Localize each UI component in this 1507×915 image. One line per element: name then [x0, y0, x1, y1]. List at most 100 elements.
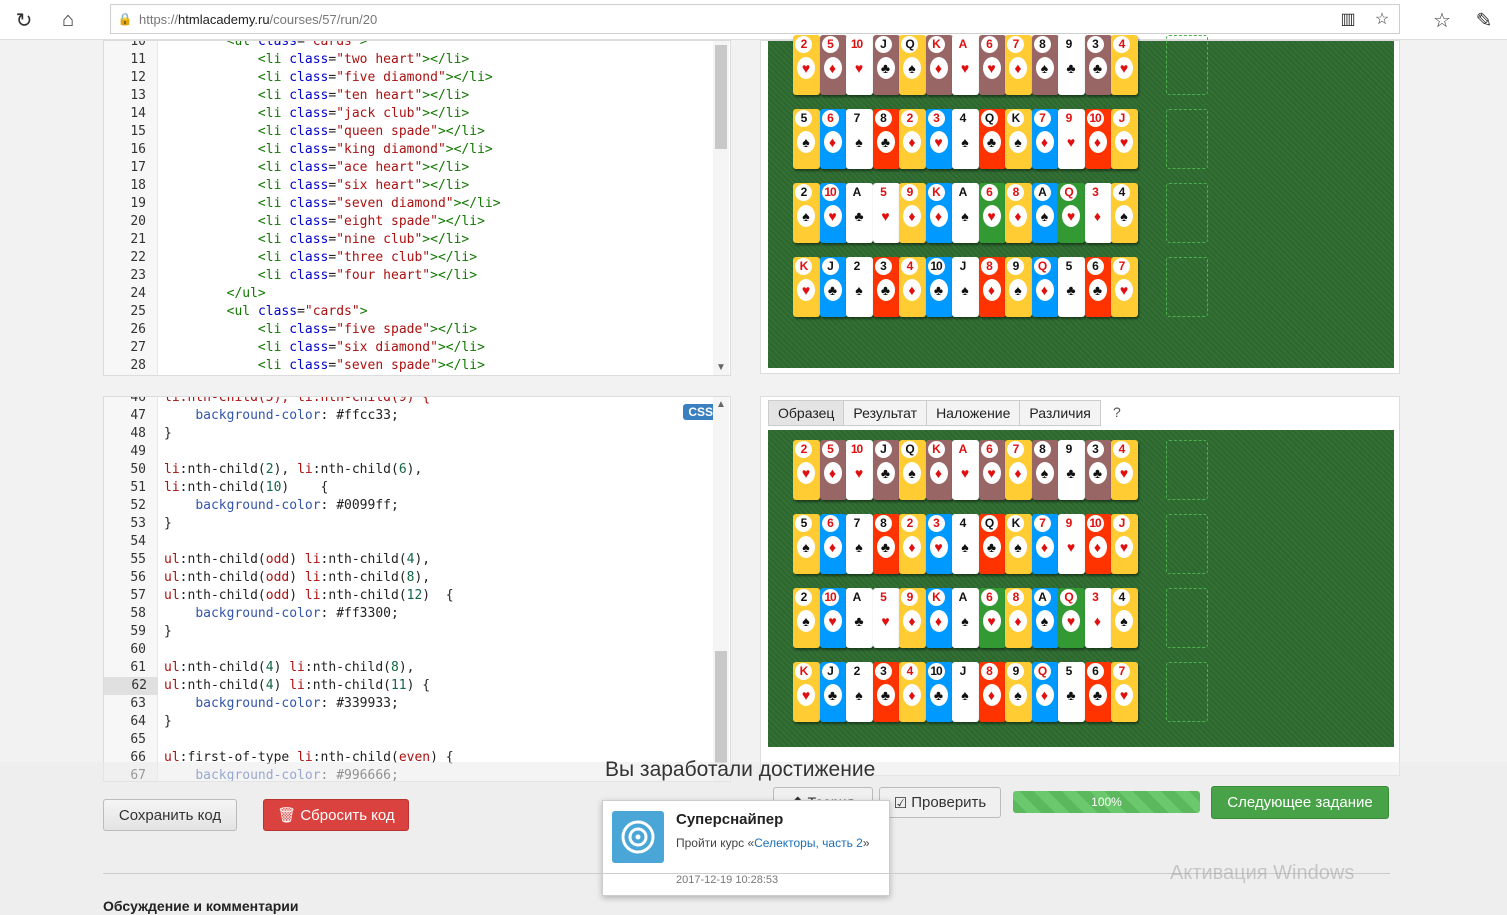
- favorites-list-icon[interactable]: ☆: [1428, 6, 1456, 34]
- code-line[interactable]: 56 ul:nth-child(odd) li:nth-child(8),: [104, 569, 714, 587]
- html-scroll-thumb[interactable]: [715, 45, 727, 149]
- save-code-button[interactable]: Сохранить код: [103, 799, 237, 831]
- code-line[interactable]: 18 <li class="six heart"></li>: [104, 177, 714, 195]
- css-scroll-thumb[interactable]: [715, 651, 727, 763]
- html-code-area[interactable]: 10 <ul class="cards"> 11 <li class="two h…: [104, 41, 714, 375]
- code-line[interactable]: 11 <li class="two heart"></li>: [104, 51, 714, 69]
- code-token: :nth-child(: [179, 480, 266, 495]
- card-rank: K: [927, 184, 945, 201]
- code-line[interactable]: 55 ul:nth-child(odd) li:nth-child(4),: [104, 551, 714, 569]
- favorite-star-icon[interactable]: ☆: [1365, 9, 1399, 29]
- card-suit-icon: ♦: [823, 462, 842, 484]
- code-token: class: [289, 124, 329, 139]
- code-line[interactable]: 54: [104, 533, 714, 551]
- playing-card: 7 ♦: [1005, 440, 1032, 500]
- code-line[interactable]: 23 <li class="four heart"></li>: [104, 267, 714, 285]
- code-line[interactable]: 65: [104, 731, 714, 749]
- code-line[interactable]: 53}: [104, 515, 714, 533]
- card-rank: J: [954, 258, 971, 275]
- code-line[interactable]: 46 li:nth-child(5), li:nth-child(9) {: [104, 397, 714, 407]
- css-code-area[interactable]: 46 li:nth-child(5), li:nth-child(9) {47 b…: [104, 397, 714, 781]
- help-icon[interactable]: ?: [1106, 400, 1128, 426]
- code-line[interactable]: 10 <ul class="cards">: [104, 41, 714, 51]
- card-suit-icon: ♠: [797, 205, 815, 227]
- code-line[interactable]: 58 background-color: #ff3300;: [104, 605, 714, 623]
- preview-tab[interactable]: Образец: [768, 400, 845, 426]
- code-token: ></li>: [422, 52, 470, 67]
- code-line[interactable]: 22 <li class="three club"></li>: [104, 249, 714, 267]
- card-rank: 2: [848, 663, 865, 680]
- scroll-down-icon[interactable]: ▼: [716, 362, 726, 373]
- code-token: :nth-child(: [320, 588, 407, 603]
- card-suit-icon: ♦: [929, 462, 948, 484]
- line-number: 18: [130, 178, 146, 193]
- code-line[interactable]: 25 <ul class="cards">: [104, 303, 714, 321]
- address-bar[interactable]: 🔒 https://htmlacademy.ru/courses/57/run/…: [110, 4, 1400, 34]
- preview-tab[interactable]: Результат: [843, 400, 928, 426]
- card-suit-icon: ♣: [1062, 279, 1080, 301]
- code-line[interactable]: 19 <li class="seven diamond"></li>: [104, 195, 714, 213]
- code-line[interactable]: 27 <li class="six diamond"></li>: [104, 339, 714, 357]
- scroll-up-icon[interactable]: ▲: [716, 399, 726, 410]
- code-token: #339933: [336, 696, 391, 711]
- code-line[interactable]: 59}: [104, 623, 714, 641]
- code-line[interactable]: 60: [104, 641, 714, 659]
- reset-code-button[interactable]: 🗑 Сбросить код: [263, 799, 409, 831]
- playing-card: J ♣: [872, 35, 900, 95]
- course-link[interactable]: Селекторы, часть 2: [754, 836, 863, 850]
- playing-card: A ♠: [1031, 588, 1059, 648]
- code-line[interactable]: 17 <li class="ace heart"></li>: [104, 159, 714, 177]
- preview-tab[interactable]: Различия: [1019, 400, 1101, 426]
- code-line[interactable]: 57 ul:nth-child(odd) li:nth-child(12) {: [104, 587, 714, 605]
- code-line[interactable]: 26 <li class="five spade"></li>: [104, 321, 714, 339]
- code-line[interactable]: 51 li:nth-child(10) {: [104, 479, 714, 497]
- card-rank: Q: [901, 441, 918, 458]
- code-line[interactable]: 52 background-color: #0099ff;: [104, 497, 714, 515]
- code-token: ),: [414, 552, 431, 567]
- code-token: #ff3300: [336, 606, 391, 621]
- code-line[interactable]: 28 <li class="seven spade"></li>: [104, 357, 714, 375]
- refresh-icon[interactable]: ↻: [10, 6, 38, 34]
- html-scrollbar[interactable]: ▼: [713, 41, 729, 375]
- code-line[interactable]: 21 <li class="nine club"></li>: [104, 231, 714, 249]
- playing-card: 6 ♥: [978, 183, 1006, 243]
- css-scrollbar[interactable]: ▲: [713, 397, 729, 781]
- pen-note-icon[interactable]: ✎: [1470, 6, 1498, 34]
- css-code-editor[interactable]: 46 li:nth-child(5), li:nth-child(9) {47 b…: [103, 396, 731, 782]
- card-suit-icon: ♣: [1088, 462, 1107, 484]
- achievement-date: 2017-12-19 10:28:53: [676, 874, 779, 886]
- playing-card: 8 ♠: [1031, 440, 1059, 500]
- code-line[interactable]: 15 <li class="queen spade"></li>: [104, 123, 714, 141]
- card-rank: 9: [901, 589, 918, 606]
- code-line[interactable]: 20 <li class="eight spade"></li>: [104, 213, 714, 231]
- card-rank: 9: [1007, 663, 1024, 680]
- code-line[interactable]: 64}: [104, 713, 714, 731]
- code-line[interactable]: 13 <li class="ten heart"></li>: [104, 87, 714, 105]
- line-number: 60: [130, 642, 146, 657]
- code-line[interactable]: 14 <li class="jack club"></li>: [104, 105, 714, 123]
- code-line[interactable]: 24 </ul>: [104, 285, 714, 303]
- preview-tab[interactable]: Наложение: [926, 400, 1021, 426]
- code-token: <li: [257, 232, 282, 247]
- next-task-button[interactable]: Следующее задание: [1211, 786, 1389, 819]
- playing-card: 9 ♠: [1005, 257, 1032, 317]
- html-code-editor[interactable]: 10 <ul class="cards"> 11 <li class="two h…: [103, 40, 731, 376]
- code-line[interactable]: 48}: [104, 425, 714, 443]
- code-line[interactable]: 61 ul:nth-child(4) li:nth-child(8),: [104, 659, 714, 677]
- home-icon[interactable]: ⌂: [54, 6, 82, 34]
- code-line[interactable]: 16 <li class="king diamond"></li>: [104, 141, 714, 159]
- reading-view-icon[interactable]: ▥: [1331, 9, 1365, 29]
- achievement-desc-before: Пройти курс «: [676, 836, 755, 850]
- code-line[interactable]: 12 <li class="five diamond"></li>: [104, 69, 714, 87]
- code-line[interactable]: 62 ul:nth-child(4) li:nth-child(11) {: [104, 677, 714, 695]
- code-token: "king diamond": [336, 142, 446, 157]
- code-line[interactable]: 47 background-color: #ffcc33;: [104, 407, 714, 425]
- code-line[interactable]: 50 li:nth-child(2), li:nth-child(6),: [104, 461, 714, 479]
- code-token: ul: [164, 570, 180, 585]
- code-line[interactable]: 49: [104, 443, 714, 461]
- code-token: background-color: [195, 498, 321, 513]
- code-line[interactable]: 63 background-color: #339933;: [104, 695, 714, 713]
- achievement-toast[interactable]: Суперснайпер Пройти курс «Селекторы, час…: [602, 800, 890, 896]
- check-button[interactable]: ☑ Проверить: [879, 787, 1001, 818]
